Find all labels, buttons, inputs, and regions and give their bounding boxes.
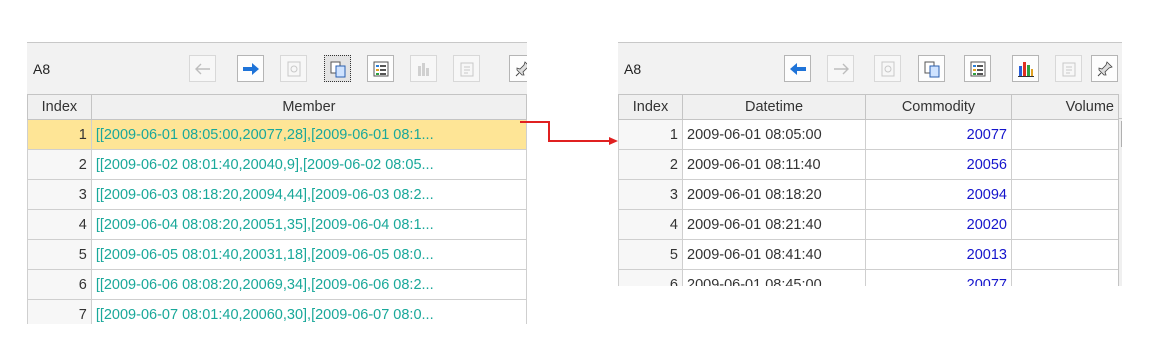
- connector-arrow-icon: [520, 121, 618, 145]
